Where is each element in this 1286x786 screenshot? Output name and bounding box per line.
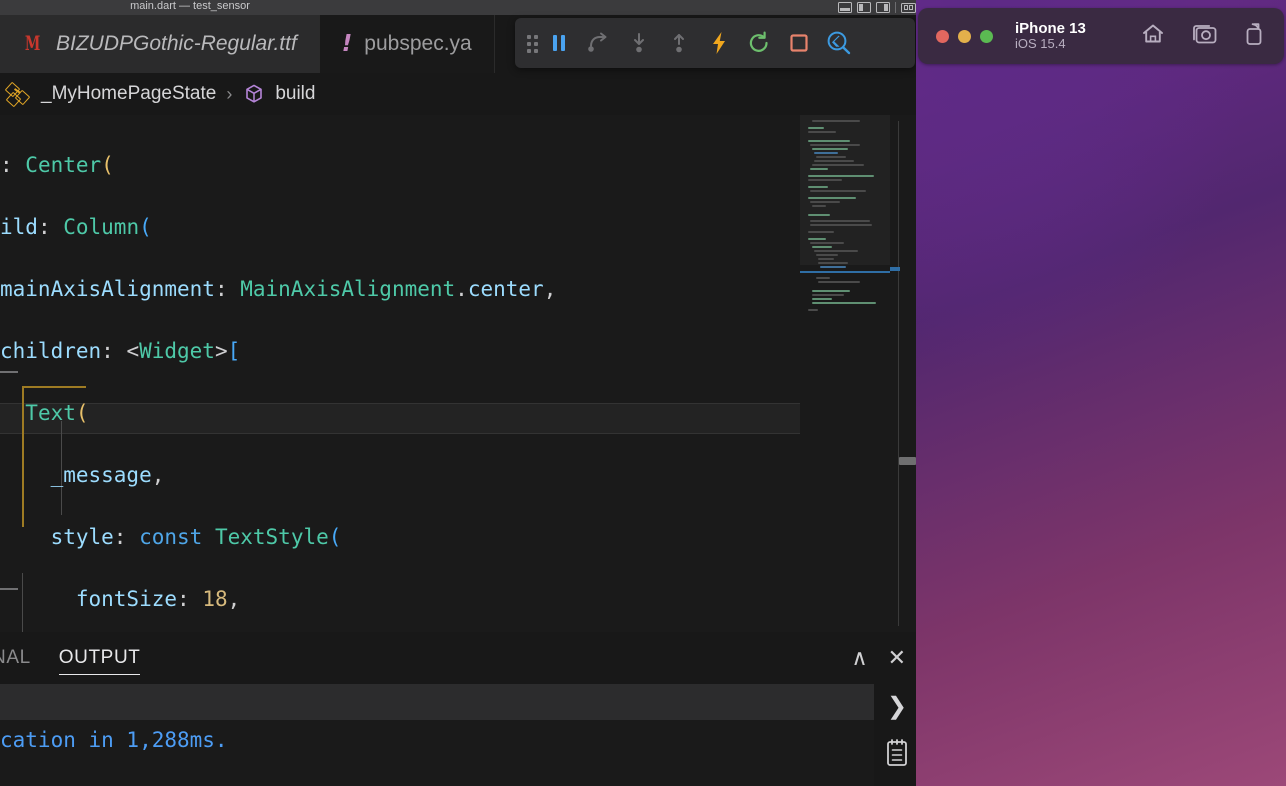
zoom-window-button[interactable] [980, 29, 993, 43]
hot-reload-button[interactable] [699, 18, 739, 68]
bottom-panel: NAL OUTPUT ∧ ✕ cation in 1,288ms. ❯ [0, 632, 920, 786]
toolbar-divider [895, 2, 896, 13]
font-file-icon [22, 33, 44, 55]
editor-tab-label: BIZUDPGothic-Regular.ttf [56, 32, 297, 55]
home-icon[interactable] [1140, 21, 1166, 52]
close-window-button[interactable] [936, 29, 949, 43]
warning-exclamation-icon: ! [341, 31, 353, 57]
output-log-line: cation in 1,288ms. [0, 728, 228, 752]
rotate-device-icon[interactable] [1242, 21, 1266, 52]
breadcrumb-item-class[interactable]: _MyHomePageState [5, 83, 217, 108]
hot-restart-button[interactable] [739, 18, 779, 68]
code-line: fontSize: 18, [75, 587, 241, 611]
breadcrumb-separator-icon: › [226, 83, 233, 104]
breadcrumb-label: build [275, 83, 316, 104]
code-editor[interactable]: : Center( ild: Column( mainAxisAlignment… [0, 115, 920, 632]
simulator-toolbar [1140, 21, 1266, 52]
expand-output-icon[interactable]: ❯ [887, 692, 907, 721]
clear-output-icon[interactable] [884, 737, 910, 772]
code-line: children: <Widget>[ [0, 339, 241, 363]
panel-tab-terminal[interactable]: NAL [0, 632, 45, 684]
code-line: mainAxisAlignment: MainAxisAlignment.cen… [0, 277, 557, 301]
breadcrumb-item-method[interactable]: build [242, 82, 315, 106]
simulator-device-info: iPhone 13 iOS 15.4 [1015, 20, 1086, 52]
step-over-button[interactable] [579, 18, 619, 68]
editor-tab-ttf[interactable]: BIZUDPGothic-Regular.ttf [0, 15, 320, 73]
collapse-panel-icon[interactable]: ∧ [851, 647, 867, 669]
screen-root: main.dart — test_sensor BIZUDPGothic-Reg… [0, 0, 1286, 786]
ruler-divider [898, 121, 899, 626]
ruler-current-line-marker [890, 267, 900, 271]
editor-layout-controls[interactable] [838, 2, 916, 13]
vscode-window: main.dart — test_sensor BIZUDPGothic-Reg… [0, 0, 920, 786]
output-filter-bar[interactable] [0, 684, 874, 720]
minimize-window-button[interactable] [958, 29, 971, 43]
close-panel-icon[interactable]: ✕ [888, 647, 906, 669]
code-line: _message, [50, 463, 165, 487]
simulator-device-name: iPhone 13 [1015, 19, 1086, 37]
debug-toolbar[interactable] [515, 18, 915, 68]
macos-title-bar: main.dart — test_sensor [0, 0, 920, 15]
split-editor-icon[interactable] [901, 2, 916, 13]
code-line: style: const TextStyle( [50, 525, 342, 549]
panel-actions: ∧ ✕ [851, 632, 906, 684]
editor-tab-pubspec[interactable]: ! pubspec.ya [319, 15, 495, 73]
panel-body: cation in 1,288ms. ❯ [0, 684, 920, 786]
method-cube-icon [242, 82, 266, 106]
drag-handle-icon[interactable] [527, 35, 539, 53]
panel-left-icon[interactable] [857, 2, 871, 13]
panel-tab-label: NAL [0, 647, 31, 668]
code-line: Text( [25, 401, 89, 425]
breadcrumb: _MyHomePageState › build [0, 73, 920, 115]
scrollbar-thumb[interactable] [899, 457, 916, 465]
open-devtools-button[interactable] [819, 18, 859, 68]
panel-right-icon[interactable] [876, 2, 890, 13]
panel-tab-bar: NAL OUTPUT ∧ ✕ [0, 632, 920, 684]
code-line: : Center( [0, 153, 114, 177]
step-out-button[interactable] [659, 18, 699, 68]
panel-tab-output[interactable]: OUTPUT [45, 632, 155, 684]
output-side-actions: ❯ [874, 684, 920, 786]
class-symbol-icon [5, 83, 32, 108]
step-into-button[interactable] [619, 18, 659, 68]
window-title: main.dart — test_sensor [130, 0, 250, 12]
panel-bottom-icon[interactable] [838, 2, 852, 13]
minimap-current-line [800, 271, 890, 273]
breadcrumb-label: _MyHomePageState [41, 83, 217, 104]
simulator-title-bar: iPhone 13 iOS 15.4 [918, 8, 1284, 64]
editor-tab-label: pubspec.ya [364, 32, 472, 55]
stop-button[interactable] [779, 18, 819, 68]
screenshot-camera-icon[interactable] [1190, 22, 1218, 51]
code-line: ild: Column( [0, 215, 152, 239]
panel-tab-label: OUTPUT [58, 647, 141, 668]
ios-simulator-window: iPhone 13 iOS 15.4 [916, 0, 1286, 786]
simulator-os-version: iOS 15.4 [1015, 36, 1066, 52]
code-text: : Center( ild: Column( mainAxisAlignment… [0, 119, 620, 632]
editor-minimap[interactable] [800, 115, 890, 632]
traffic-lights[interactable] [936, 29, 993, 43]
pause-button[interactable] [539, 18, 579, 68]
